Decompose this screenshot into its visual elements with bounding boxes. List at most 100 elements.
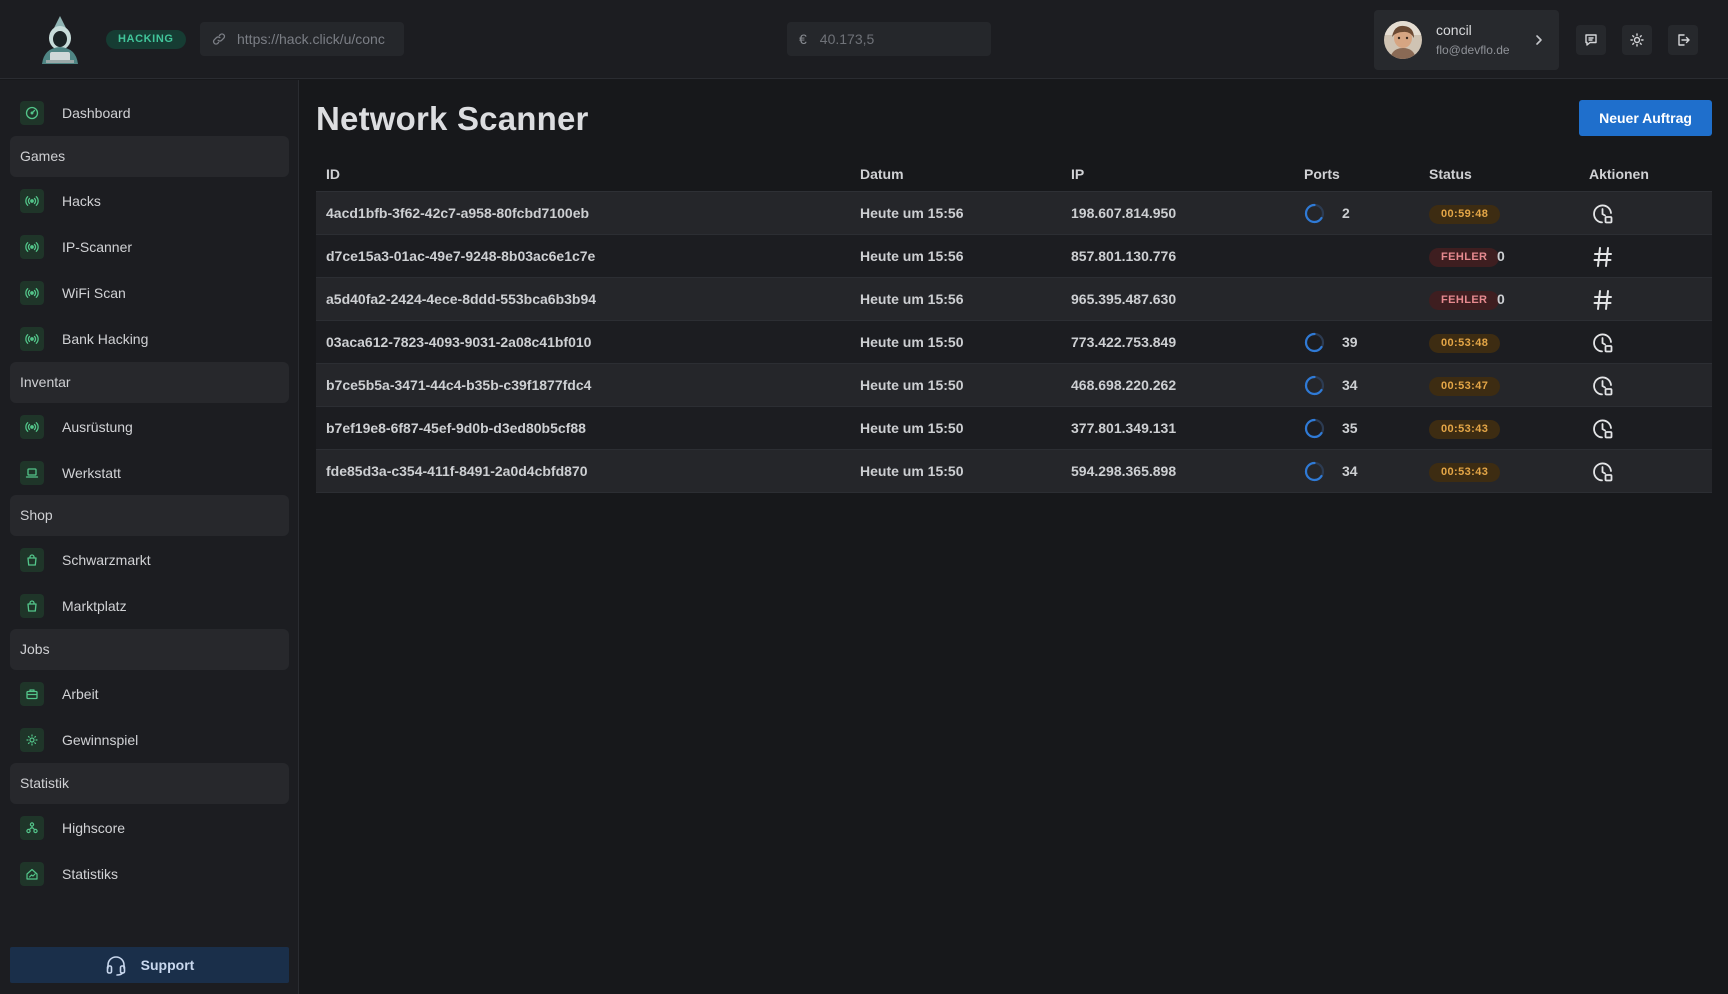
- sidebar-section-statistik: Statistik: [10, 763, 289, 804]
- new-order-button[interactable]: Neuer Auftrag: [1579, 100, 1712, 136]
- scan-id: 03aca612-7823-4093-9031-2a08c41bf010: [326, 334, 592, 350]
- scan-date: Heute um 15:56: [860, 248, 964, 264]
- ports-count: 39: [1342, 334, 1358, 350]
- ports-count: 34: [1342, 377, 1358, 393]
- scan-id: d7ce15a3-01ac-49e7-9248-8b03ac6e1c7e: [326, 248, 596, 264]
- loading-spinner-icon: [1304, 461, 1325, 482]
- column-header-status: Status: [1429, 166, 1472, 182]
- hash-icon[interactable]: [1591, 288, 1615, 312]
- clock-icon[interactable]: [1591, 374, 1615, 398]
- theme-toggle-button[interactable]: [1622, 25, 1652, 55]
- ports-count: 2: [1342, 205, 1350, 221]
- sidebar-item-wifi-scan[interactable]: WiFi Scan: [20, 278, 290, 308]
- loading-spinner-icon: [1304, 418, 1325, 439]
- sidebar-item-dashboard[interactable]: Dashboard: [20, 98, 290, 128]
- support-button[interactable]: Support: [10, 947, 289, 983]
- sidebar-section-inventar: Inventar: [10, 362, 289, 403]
- sun-icon: [20, 728, 44, 752]
- sidebar-item-schwarzmarkt[interactable]: Schwarzmarkt: [20, 545, 290, 575]
- shopping-bag-icon: [20, 548, 44, 572]
- clock-icon[interactable]: [1591, 202, 1615, 226]
- sidebar-item-bank-hacking[interactable]: Bank Hacking: [20, 324, 290, 354]
- hacker-logo-icon[interactable]: [36, 14, 84, 64]
- sidebar-item-label: Dashboard: [62, 105, 131, 121]
- sidebar-item-ip-scanner[interactable]: IP-Scanner: [20, 232, 290, 262]
- balance-input[interactable]: [819, 31, 970, 47]
- user-menu[interactable]: concil flo@devflo.de: [1374, 10, 1559, 70]
- top-header: HACKING € concil flo@devflo.de: [0, 0, 1728, 79]
- table-header: ID Datum IP Ports Status Aktionen: [316, 157, 1712, 192]
- invite-link-input[interactable]: [237, 31, 392, 47]
- broadcast-icon: [20, 415, 44, 439]
- scan-date: Heute um 15:50: [860, 420, 964, 436]
- sidebar-item-marktplatz[interactable]: Marktplatz: [20, 591, 290, 621]
- scan-id: a5d40fa2-2424-4ece-8ddd-553bca6b3b94: [326, 291, 597, 307]
- sidebar-item-gewinnspiel[interactable]: Gewinnspiel: [20, 725, 290, 755]
- balance-field[interactable]: €: [787, 22, 991, 56]
- headset-icon: [106, 956, 125, 976]
- sun-icon: [1630, 33, 1644, 47]
- table-row: 4acd1bfb-3f62-42c7-a958-80fcbd7100eb Heu…: [316, 192, 1712, 235]
- status-badge: 00:53:43: [1429, 463, 1501, 482]
- column-header-id: ID: [326, 166, 340, 182]
- currency-symbol: €: [799, 31, 807, 47]
- table-row: 03aca612-7823-4093-9031-2a08c41bf010 Heu…: [316, 321, 1712, 364]
- broadcast-icon: [20, 327, 44, 351]
- mode-badge: HACKING: [106, 30, 186, 49]
- table-row: a5d40fa2-2424-4ece-8ddd-553bca6b3b94 Heu…: [316, 278, 1712, 321]
- scan-date: Heute um 15:50: [860, 463, 964, 479]
- sidebar-item-label: Hacks: [62, 193, 101, 209]
- user-name: concil: [1436, 22, 1472, 38]
- broadcast-icon: [20, 281, 44, 305]
- sidebar-section-shop: Shop: [10, 495, 289, 536]
- sidebar-item-label: Bank Hacking: [62, 331, 149, 347]
- sidebar-item-statistiks[interactable]: Statistiks: [20, 859, 290, 889]
- sidebar-item-label: WiFi Scan: [62, 285, 126, 301]
- logout-button[interactable]: [1668, 25, 1698, 55]
- loading-spinner-icon: [1304, 375, 1325, 396]
- gauge-icon: [20, 101, 44, 125]
- page-title: Network Scanner: [316, 100, 589, 137]
- column-header-ports: Ports: [1304, 166, 1340, 182]
- logout-icon: [1678, 34, 1690, 46]
- table-row: b7ce5b5a-3471-44c4-b35b-c39f1877fdc4 Heu…: [316, 364, 1712, 407]
- avatar: [1384, 21, 1422, 59]
- scan-ip: 857.801.130.776: [1071, 248, 1177, 264]
- sidebar-item-arbeit[interactable]: Arbeit: [20, 679, 290, 709]
- sidebar-item-label: Statistiks: [62, 866, 119, 882]
- messages-button[interactable]: [1576, 25, 1606, 55]
- column-header-actions: Aktionen: [1589, 166, 1649, 182]
- sidebar-item-label: Highscore: [62, 820, 126, 836]
- hash-icon[interactable]: [1591, 245, 1615, 269]
- shopping-bag-icon: [20, 594, 44, 618]
- scan-ip: 198.607.814.950: [1071, 205, 1177, 221]
- laptop-icon: [20, 461, 44, 485]
- scan-ip: 468.698.220.262: [1071, 377, 1177, 393]
- sidebar-section-games: Games: [10, 136, 289, 177]
- sidebar: Dashboard Games Hacks IP-Scanner WiFi Sc…: [0, 80, 299, 994]
- sidebar-item-hacks[interactable]: Hacks: [20, 186, 290, 216]
- table-row: d7ce15a3-01ac-49e7-9248-8b03ac6e1c7e Heu…: [316, 235, 1712, 278]
- scan-date: Heute um 15:56: [860, 291, 964, 307]
- status-badge: FEHLER: [1429, 248, 1500, 267]
- broadcast-icon: [20, 235, 44, 259]
- message-icon: [1585, 34, 1597, 46]
- link-icon: [212, 33, 226, 45]
- scan-ip: 594.298.365.898: [1071, 463, 1177, 479]
- sidebar-item-highscore[interactable]: Highscore: [20, 813, 290, 843]
- sidebar-item-ausruestung[interactable]: Ausrüstung: [20, 412, 290, 442]
- scan-id: fde85d3a-c354-411f-8491-2a0d4cbfd870: [326, 463, 588, 479]
- sidebar-item-werkstatt[interactable]: Werkstatt: [20, 458, 290, 488]
- status-count: 0: [1497, 248, 1505, 264]
- loading-spinner-icon: [1304, 203, 1325, 224]
- column-header-ip: IP: [1071, 166, 1085, 182]
- sidebar-item-label: Werkstatt: [62, 465, 121, 481]
- clock-icon[interactable]: [1591, 331, 1615, 355]
- ports-count: 34: [1342, 463, 1358, 479]
- sidebar-item-label: Arbeit: [62, 686, 99, 702]
- sidebar-item-label: Schwarzmarkt: [62, 552, 151, 568]
- invite-link-field[interactable]: [200, 22, 404, 56]
- clock-icon[interactable]: [1591, 417, 1615, 441]
- user-email: flo@devflo.de: [1436, 43, 1510, 57]
- clock-icon[interactable]: [1591, 460, 1615, 484]
